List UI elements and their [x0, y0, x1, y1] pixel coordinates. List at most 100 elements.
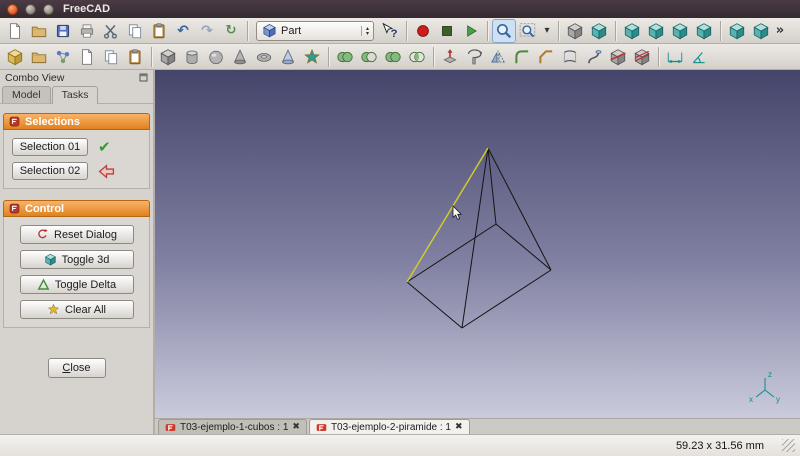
document-tab[interactable]: T03-ejemplo-2-piramide : 1 ✖ — [308, 419, 470, 434]
measure-angular-button[interactable] — [687, 45, 711, 69]
boolean-common-button[interactable] — [405, 45, 429, 69]
undo-button[interactable]: ↶ — [171, 19, 195, 43]
macro-play-icon — [462, 22, 480, 40]
boolean-operation-icon — [336, 48, 354, 66]
save-file-icon — [54, 22, 72, 40]
toggle-delta-icon — [37, 278, 50, 291]
toggle-delta-button[interactable]: Toggle Delta — [19, 275, 134, 294]
extrude-button[interactable] — [438, 45, 462, 69]
window-close-button[interactable] — [7, 3, 18, 15]
view-top-button[interactable] — [644, 19, 668, 43]
view-front-button[interactable] — [620, 19, 644, 43]
part-box-icon — [159, 48, 177, 66]
freecad-task-icon — [9, 116, 20, 127]
view-left-button[interactable] — [749, 19, 773, 43]
print-button[interactable] — [75, 19, 99, 43]
selection-01-button[interactable]: Selection 01 — [12, 138, 88, 156]
revolve-button[interactable] — [462, 45, 486, 69]
window-minimize-button[interactable] — [25, 3, 36, 15]
import-file-button[interactable] — [75, 45, 99, 69]
loft-button[interactable] — [558, 45, 582, 69]
selection-02-button[interactable]: Selection 02 — [12, 162, 88, 180]
control-button-label: Toggle 3d — [61, 253, 110, 266]
view-right-button[interactable] — [668, 19, 692, 43]
zoom-fit-all-icon — [495, 22, 513, 40]
zoom-fit-all-button[interactable] — [492, 18, 516, 43]
macro-play-button[interactable] — [459, 19, 483, 43]
boolean-union-button[interactable] — [381, 45, 405, 69]
selection-row: Selection 01 ✔ — [12, 138, 141, 156]
sweep-button[interactable] — [582, 45, 606, 69]
redo-button[interactable]: ↷ — [195, 19, 219, 43]
whats-this-button[interactable]: ? — [378, 19, 402, 43]
toggle-3d-button[interactable]: Toggle 3d — [19, 250, 134, 269]
cut-button[interactable] — [99, 19, 123, 43]
create-group-button[interactable] — [27, 45, 51, 69]
tab-tasks[interactable]: Tasks — [51, 86, 99, 104]
clear-all-button[interactable]: Clear All — [19, 300, 134, 319]
part-cylinder-button[interactable] — [180, 45, 204, 69]
task-section-control: Control Reset Dialog Toggle 3d Toggle Delta… — [3, 200, 150, 328]
import-file-icon — [78, 48, 96, 66]
view-fit-all-button[interactable] — [563, 19, 587, 43]
tab-close-icon[interactable]: ✖ — [455, 422, 463, 432]
merge-project-button[interactable] — [123, 45, 147, 69]
mirror-button[interactable] — [486, 45, 510, 69]
tab-close-icon[interactable]: ✖ — [292, 422, 300, 432]
part-primitives-icon — [279, 48, 297, 66]
3d-viewport[interactable]: z x y — [155, 70, 800, 418]
view-axonometric-button[interactable] — [587, 19, 611, 43]
boolean-common-icon — [408, 48, 426, 66]
view-rear-button[interactable] — [692, 19, 716, 43]
close-button[interactable]: Close — [47, 358, 106, 378]
tab-model[interactable]: Model — [2, 86, 51, 103]
back-arrow-icon — [98, 163, 115, 180]
paste-button[interactable] — [147, 19, 171, 43]
freecad-document-icon — [316, 422, 327, 433]
reset-dialog-button[interactable]: Reset Dialog — [19, 225, 134, 244]
copy-button[interactable] — [123, 19, 147, 43]
float-panel-icon[interactable] — [139, 73, 148, 82]
copy-icon — [126, 22, 144, 40]
save-file-button[interactable] — [51, 19, 75, 43]
freecad-task-icon — [9, 203, 20, 214]
view-dropdown-button[interactable]: ▾ — [540, 19, 554, 43]
part-cone-button[interactable] — [228, 45, 252, 69]
combo-arrows-icon[interactable]: ▴ ▾ — [360, 25, 369, 36]
boolean-cut-button[interactable] — [357, 45, 381, 69]
loft-icon — [561, 48, 579, 66]
macro-stop-button[interactable] — [435, 19, 459, 43]
resize-grip[interactable] — [782, 439, 795, 452]
part-primitives-button[interactable] — [276, 45, 300, 69]
toolbar-overflow-button[interactable]: » — [773, 19, 787, 43]
workbench-selector[interactable]: Part ▴ ▾ — [256, 20, 374, 41]
chamfer-button[interactable] — [534, 45, 558, 69]
measure-linear-button[interactable] — [663, 45, 687, 69]
part-torus-button[interactable] — [252, 45, 276, 69]
refresh-button[interactable]: ↻ — [219, 19, 243, 43]
window-maximize-button[interactable] — [43, 3, 54, 15]
view-bottom-button[interactable] — [725, 19, 749, 43]
view-left-icon — [752, 22, 770, 40]
export-file-button[interactable] — [99, 45, 123, 69]
macro-record-button[interactable] — [411, 19, 435, 43]
document-tab[interactable]: T03-ejemplo-1-cubos : 1 ✖ — [158, 419, 307, 434]
section-button[interactable] — [606, 45, 630, 69]
zoom-box-button[interactable] — [516, 19, 540, 43]
create-part-button[interactable] — [3, 45, 27, 69]
macro-stop-icon — [438, 22, 456, 40]
make-link-button[interactable] — [51, 45, 75, 69]
create-part-icon — [6, 48, 24, 66]
control-button-label: Toggle Delta — [54, 278, 117, 291]
cross-sections-button[interactable] — [630, 45, 654, 69]
combo-view-tabs: Model Tasks — [0, 85, 153, 104]
shape-builder-button[interactable] — [300, 45, 324, 69]
open-file-button[interactable] — [27, 19, 51, 43]
new-file-button[interactable] — [3, 19, 27, 43]
macro-record-icon — [414, 22, 432, 40]
section-title: Selections — [25, 115, 81, 128]
fillet-button[interactable] — [510, 45, 534, 69]
part-sphere-button[interactable] — [204, 45, 228, 69]
boolean-operation-button[interactable] — [333, 45, 357, 69]
part-box-button[interactable] — [156, 45, 180, 69]
